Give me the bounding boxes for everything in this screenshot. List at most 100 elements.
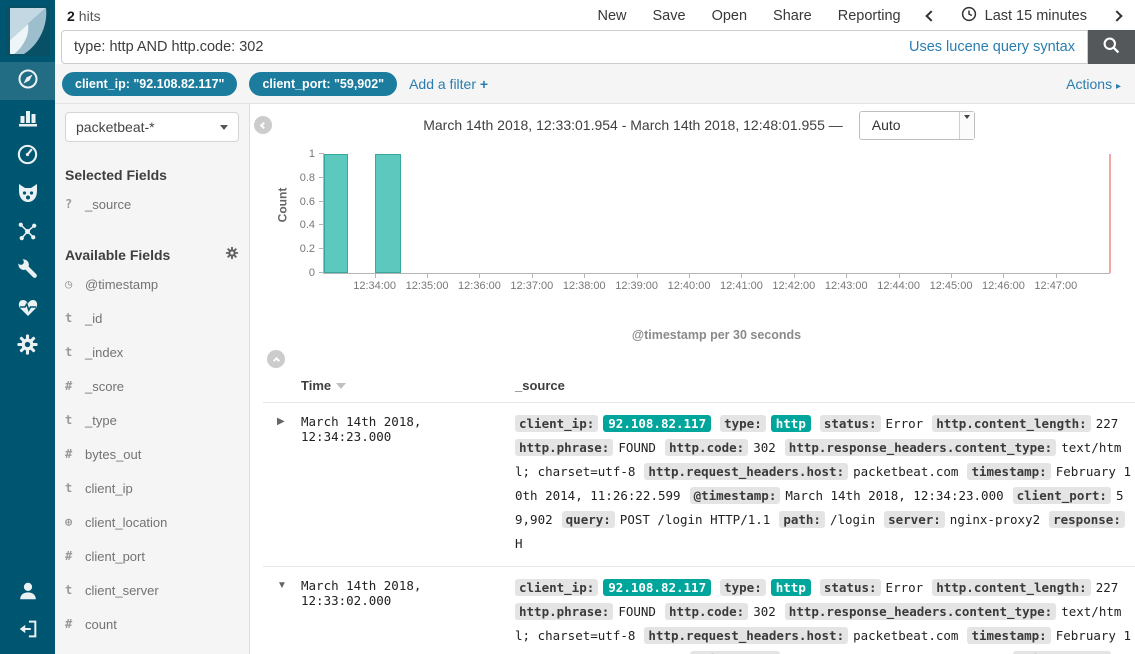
field-item-client_location[interactable]: ⊕client_location (65, 505, 239, 539)
field-item-client_port[interactable]: #client_port (65, 539, 239, 573)
caret-down-icon (220, 125, 228, 130)
menu-share[interactable]: Share (773, 8, 812, 24)
time-range-picker[interactable]: Last 15 minutes (961, 6, 1087, 26)
menu-save[interactable]: Save (653, 8, 686, 24)
field-type-icon: # (65, 379, 85, 393)
nav-discover[interactable] (0, 62, 55, 100)
lucene-syntax-link[interactable]: Uses lucene query syntax (909, 39, 1075, 55)
field-key-badge: client_ip: (515, 579, 598, 596)
field-key-badge: http.phrase: (515, 603, 613, 620)
row-source: client_ip:92.108.82.117type:httpstatus:E… (515, 412, 1135, 556)
clock-icon (961, 6, 977, 26)
globe-icon: ⊕ (65, 515, 85, 529)
search-box: Uses lucene query syntax (61, 30, 1088, 64)
actions-label: Actions (1066, 76, 1112, 92)
field-value: packetbeat.com (853, 628, 958, 643)
time-forward-chevron-icon[interactable] (1111, 10, 1122, 21)
menu-open[interactable]: Open (712, 8, 747, 24)
field-name: @timestamp (85, 277, 158, 292)
field-item-_score[interactable]: #_score (65, 369, 239, 403)
collapse-sidebar-button[interactable] (254, 116, 272, 134)
nav-management[interactable] (0, 328, 55, 366)
collapse-row-arrow-icon[interactable]: ▼ (277, 576, 301, 591)
top-bar: 2hits NewSaveOpenShareReporting Last 15 … (55, 0, 1135, 30)
field-key-badge: http.content_length: (932, 415, 1091, 432)
row-time: March 14th 2018, 12:33:02.000 (301, 576, 515, 608)
index-pattern-label: packetbeat-* (76, 119, 220, 135)
field-value: nginx-proxy2 (950, 512, 1040, 527)
field-type-icon: t (65, 413, 85, 427)
nav-account[interactable] (0, 574, 55, 612)
field-item-client_server[interactable]: tclient_server (65, 573, 239, 607)
field-name: client_port (85, 549, 145, 564)
histogram-bar[interactable] (375, 154, 401, 273)
index-pattern-selector[interactable]: packetbeat-* (65, 112, 239, 142)
field-item-_source[interactable]: ?_source (65, 187, 239, 221)
plot-area[interactable]: 10.80.60.40.2012:34:0012:35:0012:36:0012… (323, 154, 1110, 274)
x-tick-label: 12:45:00 (930, 280, 973, 292)
field-item-_index[interactable]: t_index (65, 335, 239, 369)
filter-pill[interactable]: client_ip: "92.108.82.117" (62, 72, 237, 96)
time-column-header[interactable]: Time (301, 378, 515, 393)
highlighted-value: http (771, 415, 811, 432)
field-item-_type[interactable]: t_type (65, 403, 239, 437)
nav-dashboard[interactable] (0, 138, 55, 176)
y-axis-label: Count (275, 188, 289, 223)
clock-gauge-icon (16, 143, 39, 171)
menu-reporting[interactable]: Reporting (838, 8, 901, 24)
collapse-chart-button[interactable] (267, 350, 285, 368)
x-tick-label: 12:44:00 (877, 280, 920, 292)
time-back-chevron-icon[interactable] (925, 10, 936, 21)
interval-dropdown-button[interactable] (959, 112, 974, 139)
search-button[interactable] (1088, 30, 1135, 64)
field-item-count[interactable]: #count (65, 607, 239, 641)
row-time: March 14th 2018, 12:34:23.000 (301, 412, 515, 444)
x-tick-label: 12:46:00 (982, 280, 1025, 292)
caret-down-icon (964, 115, 970, 119)
field-name: client_server (85, 583, 159, 598)
nav-monitoring[interactable] (0, 290, 55, 328)
gear-icon (16, 333, 39, 361)
actions-menu[interactable]: Actions ▸ (1066, 76, 1121, 92)
heartbeat-icon (16, 296, 40, 323)
search-input[interactable] (74, 39, 897, 55)
nav-graph[interactable] (0, 214, 55, 252)
source-column-header: _source (515, 378, 1135, 393)
x-tick (899, 273, 900, 278)
nav-visualize[interactable] (0, 100, 55, 138)
field-name: _score (85, 379, 124, 394)
nav-ml[interactable] (0, 176, 55, 214)
x-tick-label: 12:47:00 (1034, 280, 1077, 292)
menu-new[interactable]: New (597, 8, 626, 24)
field-value: FOUND (618, 604, 656, 619)
x-tick-label: 12:39:00 (615, 280, 658, 292)
x-tick-label: 12:36:00 (458, 280, 501, 292)
nav-dev-tools[interactable] (0, 252, 55, 290)
field-item-_id[interactable]: t_id (65, 301, 239, 335)
field-key-badge: http.content_length: (932, 579, 1091, 596)
highlighted-value: 92.108.82.117 (603, 415, 711, 432)
fields-sidebar: packetbeat-* Selected Fields ?_source Av… (55, 104, 250, 654)
interval-select[interactable]: Auto (859, 111, 975, 140)
table-row: ▼ March 14th 2018, 12:33:02.000 client_i… (263, 566, 1135, 654)
field-key-badge: status: (820, 579, 881, 596)
x-tick-label: 12:40:00 (668, 280, 711, 292)
field-item-@timestamp[interactable]: ◷@timestamp (65, 267, 239, 301)
graph-nodes-icon (16, 219, 39, 247)
field-key-badge: timestamp: (967, 463, 1050, 480)
logout-icon (17, 618, 39, 645)
x-tick (741, 273, 742, 278)
nav-logout[interactable] (0, 612, 55, 650)
kibana-logo[interactable] (0, 0, 55, 62)
field-key-badge: http.request_headers.host: (644, 463, 848, 480)
add-filter-button[interactable]: Add a filter + (409, 76, 488, 92)
expand-row-arrow-icon[interactable]: ▶ (277, 412, 301, 427)
field-key-badge: http.response_headers.content_type: (785, 603, 1056, 620)
field-item-bytes_out[interactable]: #bytes_out (65, 437, 239, 471)
histogram-bar[interactable] (324, 154, 348, 273)
field-type-icon: ? (65, 197, 85, 211)
now-marker-line (1109, 154, 1111, 273)
filter-pill[interactable]: client_port: "59,902" (249, 72, 397, 96)
field-settings-gear-icon[interactable] (225, 246, 239, 263)
field-item-client_ip[interactable]: tclient_ip (65, 471, 239, 505)
